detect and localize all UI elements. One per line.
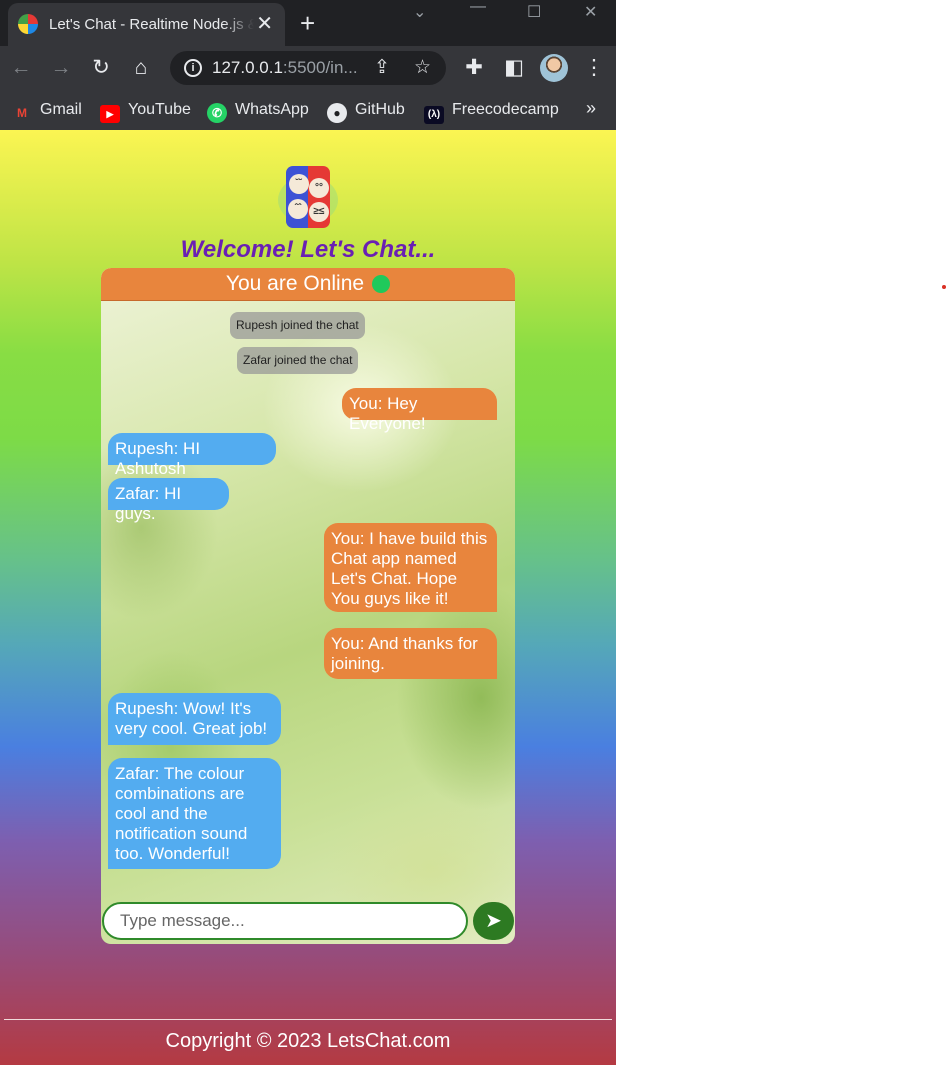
github-icon: ● (327, 103, 347, 123)
chat-container: You are Online Rupesh joined the chat Za… (101, 268, 515, 944)
message-outgoing: You: Hey Everyone! (342, 388, 497, 433)
join-notice: Zafar joined the chat (237, 347, 359, 374)
gmail-icon: M (17, 106, 27, 120)
message-outgoing: You: I have build this Chat app named Le… (324, 523, 497, 612)
bookmark-label: GitHub (355, 101, 405, 118)
chat-page: ˘˘ °° ˆˆ ≥≤ Welcome! Let's Chat... You a… (0, 130, 616, 1065)
message-incoming: Rupesh: HI Ashutosh (108, 433, 276, 478)
back-icon[interactable]: ← (7, 54, 35, 82)
bookmark-github[interactable]: ● GitHub (327, 100, 405, 123)
minimize-icon[interactable]: — (470, 0, 486, 16)
forward-icon[interactable]: → (47, 54, 75, 82)
menu-icon[interactable]: ⋮ (580, 54, 608, 82)
tab-strip: Let's Chat - Realtime Node.js & Socket.i… (0, 0, 616, 46)
share-icon[interactable]: ⇪ (374, 56, 390, 80)
url-path: :5500/in... (282, 58, 358, 77)
bookmark-gmail[interactable]: M Gmail (12, 100, 82, 122)
bookmark-star-icon[interactable]: ☆ (414, 56, 431, 80)
browser-toolbar: ← → ↻ ⌂ i 127.0.0.1:5500/in... ⇪ ☆ ✚ ◧ ⋮ (0, 46, 616, 90)
emoji-face-icon: ˘˘ (289, 174, 309, 194)
bookmark-label: Gmail (40, 101, 82, 118)
site-info-icon[interactable]: i (184, 59, 202, 77)
window-close-icon[interactable]: ✕ (584, 2, 597, 22)
online-status-text: You are Online (225, 272, 365, 295)
new-tab-button[interactable]: + (300, 8, 315, 38)
bookmarks-bar: M Gmail ▶ YouTube ✆ WhatsApp ● GitHub (λ) Fre… (0, 90, 616, 130)
message-incoming: Zafar: HI guys. (108, 478, 229, 523)
url-host: 127.0.0.1 (212, 58, 283, 77)
emoji-face-icon: ≥≤ (309, 202, 329, 222)
tab-favicon-icon (18, 14, 38, 34)
freecodecamp-icon: (λ) (424, 106, 444, 124)
browser-tab[interactable]: Let's Chat - Realtime Node.js & Socket.i… (8, 3, 285, 46)
youtube-icon: ▶ (100, 105, 120, 123)
address-bar[interactable]: i 127.0.0.1:5500/in... ⇪ ☆ (170, 51, 446, 85)
bookmark-youtube[interactable]: ▶ YouTube (100, 100, 191, 123)
online-dot-icon (372, 275, 391, 293)
message-form: ➤ (101, 901, 515, 944)
tab-title: Let's Chat - Realtime Node.js & Socket.i… (49, 16, 254, 33)
tab-close-icon[interactable]: ✕ (256, 12, 273, 36)
reload-icon[interactable]: ↻ (87, 54, 115, 82)
emoji-face-icon: ˆˆ (288, 199, 308, 219)
bookmarks-more-icon[interactable]: » (586, 98, 596, 119)
chat-logo-icon: ˘˘ °° ˆˆ ≥≤ (278, 166, 338, 230)
message-input[interactable] (102, 902, 468, 940)
bookmark-whatsapp[interactable]: ✆ WhatsApp (207, 100, 309, 123)
message-outgoing: You: And thanks for joining. (324, 628, 497, 679)
bookmark-label: Freecodecamp (452, 101, 559, 118)
url-text: 127.0.0.1:5500/in... (212, 58, 358, 78)
extensions-icon[interactable]: ✚ (460, 54, 488, 82)
chat-header: You are Online (101, 268, 515, 301)
emoji-face-icon: °° (309, 178, 329, 198)
bookmark-label: YouTube (128, 101, 191, 118)
copyright-text: Copyright © 2023 LetsChat.com (165, 1030, 451, 1052)
side-panel-icon[interactable]: ◧ (500, 54, 528, 82)
browser-window: Let's Chat - Realtime Node.js & Socket.i… (0, 0, 616, 1065)
tab-search-icon[interactable]: ⌄ (413, 2, 426, 22)
bookmark-freecodecamp[interactable]: (λ) Freecodecamp (424, 100, 559, 124)
send-button[interactable]: ➤ (473, 902, 514, 940)
footer-divider (4, 1019, 612, 1020)
profile-avatar[interactable] (540, 54, 568, 82)
bookmark-label: WhatsApp (235, 101, 309, 118)
message-incoming: Zafar: The colour combinations are cool … (108, 758, 281, 869)
send-arrow-icon: ➤ (485, 910, 502, 932)
welcome-heading: Welcome! Let's Chat... (180, 236, 436, 263)
maximize-icon[interactable]: ☐ (527, 2, 541, 22)
message-incoming: Rupesh: Wow! It's very cool. Great job! (108, 693, 281, 745)
home-icon[interactable]: ⌂ (127, 54, 155, 82)
whatsapp-icon: ✆ (207, 103, 227, 123)
cursor-dot (942, 285, 946, 289)
join-notice: Rupesh joined the chat (230, 312, 365, 339)
